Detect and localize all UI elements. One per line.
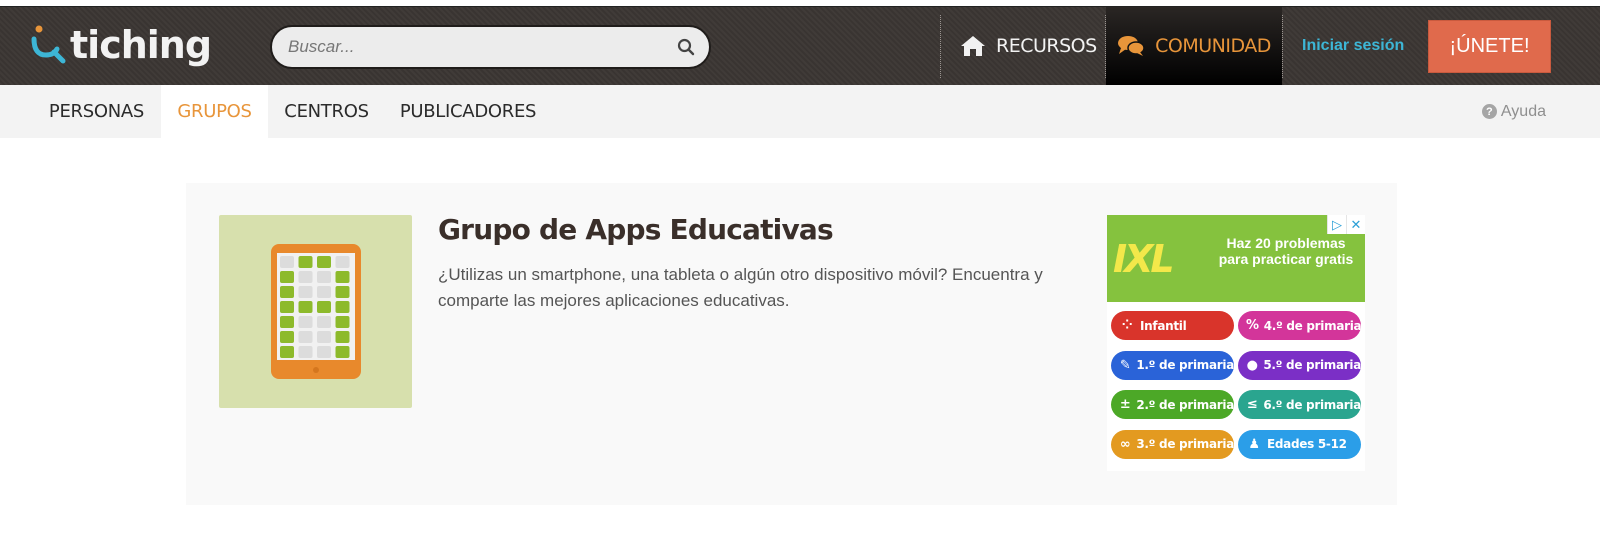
grade-pill-label: Infantil — [1140, 318, 1187, 333]
tablet-grid-cell — [317, 256, 331, 268]
grade-pill[interactable]: ∞ 3.º de primaria — [1111, 429, 1234, 459]
tablet-grid-cell — [298, 301, 313, 313]
tablet-grid-cell — [317, 316, 331, 328]
grade-pill[interactable]: ● 5.º de primaria — [1238, 350, 1361, 380]
group-image — [219, 215, 412, 408]
tablet-grid-cell — [335, 286, 350, 298]
help-label: Ayuda — [1500, 102, 1546, 120]
grade-pill-label: Edades 5-12 — [1267, 437, 1347, 451]
grade-pill-label: 3.º de primaria — [1136, 437, 1234, 451]
grade-pill[interactable]: ✎ 1.º de primaria — [1111, 350, 1234, 380]
chat-bubbles-icon — [1118, 36, 1145, 56]
tablet-grid-icon — [271, 244, 361, 379]
tablet-grid-cell — [298, 316, 313, 328]
people-icon: ♟ — [1248, 436, 1260, 452]
tab-personas[interactable]: PERSONAS — [32, 85, 161, 138]
tablet-grid-cell — [298, 286, 313, 298]
percent-icon: % — [1246, 318, 1259, 333]
tablet-grid-cell — [280, 256, 294, 268]
ixl-logo: IXL — [1113, 237, 1175, 281]
tablet-grid-cell — [298, 256, 313, 268]
apple-icon: ● — [1246, 357, 1258, 373]
group-card: Grupo de Apps Educativas ¿Utilizas un sm… — [186, 183, 1397, 505]
tablet-grid-cell — [317, 286, 331, 298]
search-box — [270, 25, 711, 69]
search-icon[interactable] — [677, 38, 695, 56]
group-description: ¿Utilizas un smartphone, una tableta o a… — [438, 265, 1043, 310]
nav-divider — [1282, 15, 1283, 78]
tablet-grid-cell — [298, 346, 313, 358]
tablet-grid-cell — [335, 256, 350, 268]
tablet-grid-cell — [335, 271, 350, 283]
tablet-grid-cell — [298, 331, 313, 343]
tablet-grid-cell — [335, 301, 350, 313]
tablet-grid-cell — [317, 271, 331, 283]
tab-centros[interactable]: CENTROS — [268, 85, 385, 138]
tablet-grid-cell — [335, 346, 350, 358]
grade-pill-label: 2.º de primaria — [1136, 397, 1234, 412]
tablet-grid-cell — [280, 346, 294, 358]
tablet-grid-cell — [317, 346, 331, 358]
nav-recursos-label: RECURSOS — [996, 35, 1097, 57]
grade-pill-label: 1.º de primaria — [1136, 358, 1234, 372]
tiching-logo[interactable]: tiching — [30, 21, 212, 69]
nav-comunidad-label: COMUNIDAD — [1155, 35, 1271, 57]
ad-banner[interactable]: IXL Haz 20 problemas para practicar grat… — [1107, 215, 1365, 302]
tablet-grid-cell — [298, 271, 313, 283]
tab-publicadores[interactable]: PUBLICADORES — [385, 85, 551, 138]
ad-banner-text: Haz 20 problemas para practicar gratis — [1218, 235, 1354, 267]
tablet-grid-cell — [280, 331, 294, 343]
grade-pill[interactable]: ♟ Edades 5-12 — [1238, 429, 1361, 459]
nav-divider — [940, 15, 941, 78]
grade-pill[interactable]: % 4.º de primaria — [1238, 311, 1361, 340]
pencil-cup-icon: ✎ — [1119, 357, 1131, 373]
grade-pill-label: 6.º de primaria — [1263, 397, 1361, 412]
tablet-grid-cell — [317, 331, 331, 343]
ad-controls: ▷ ✕ — [1327, 215, 1365, 234]
search-input[interactable] — [288, 37, 668, 57]
ixl-logo-text: IXL — [1113, 237, 1175, 281]
nav-recursos[interactable]: RECURSOS — [960, 7, 1097, 85]
question-circle-icon: ? — [1481, 104, 1497, 119]
infinity-icon: ∞ — [1119, 436, 1131, 452]
tablet-grid-cell — [280, 271, 294, 283]
tablet-grid-cell — [335, 331, 350, 343]
logo-text: tiching — [70, 23, 212, 67]
dots-icon: ⁘ — [1121, 318, 1133, 333]
top-bar: tiching RECURSOS COMUNIDAD Iniciar sesió… — [0, 6, 1600, 85]
grade-pill[interactable]: ⁘ Infantil — [1111, 311, 1234, 340]
grade-pill[interactable]: ≤6.º de primaria — [1238, 390, 1361, 419]
join-button[interactable]: ¡ÚNETE! — [1428, 20, 1551, 73]
tablet-grid-cell — [280, 316, 294, 328]
grade-pill[interactable]: ±2.º de primaria — [1111, 390, 1234, 419]
group-title: Grupo de Apps Educativas — [438, 213, 834, 246]
adchoices-icon[interactable]: ▷ — [1327, 215, 1346, 234]
plus-minus-icon: ± — [1119, 397, 1131, 412]
tablet-grid-cell — [280, 301, 294, 313]
grade-pill-label: 5.º de primaria — [1263, 358, 1361, 372]
home-icon — [961, 36, 985, 56]
tablet-grid-cell — [317, 301, 331, 313]
help-link[interactable]: ? Ayuda — [1481, 85, 1546, 138]
logo-mark-icon — [31, 25, 66, 64]
tablet-grid-cell — [280, 286, 294, 298]
nav-comunidad[interactable]: COMUNIDAD — [1106, 7, 1282, 85]
grade-pill-label: 4.º de primaria — [1263, 318, 1361, 333]
less-equal-icon: ≤ — [1246, 397, 1258, 412]
close-icon[interactable]: ✕ — [1346, 215, 1365, 234]
login-link[interactable]: Iniciar sesión — [1302, 7, 1404, 85]
tab-grupos[interactable]: GRUPOS — [161, 85, 268, 138]
tablet-grid-cell — [335, 316, 350, 328]
ad-box[interactable]: IXL Haz 20 problemas para practicar grat… — [1107, 215, 1365, 471]
sub-navigation: PERSONAS GRUPOS CENTROS PUBLICADORES ? A… — [0, 85, 1600, 138]
